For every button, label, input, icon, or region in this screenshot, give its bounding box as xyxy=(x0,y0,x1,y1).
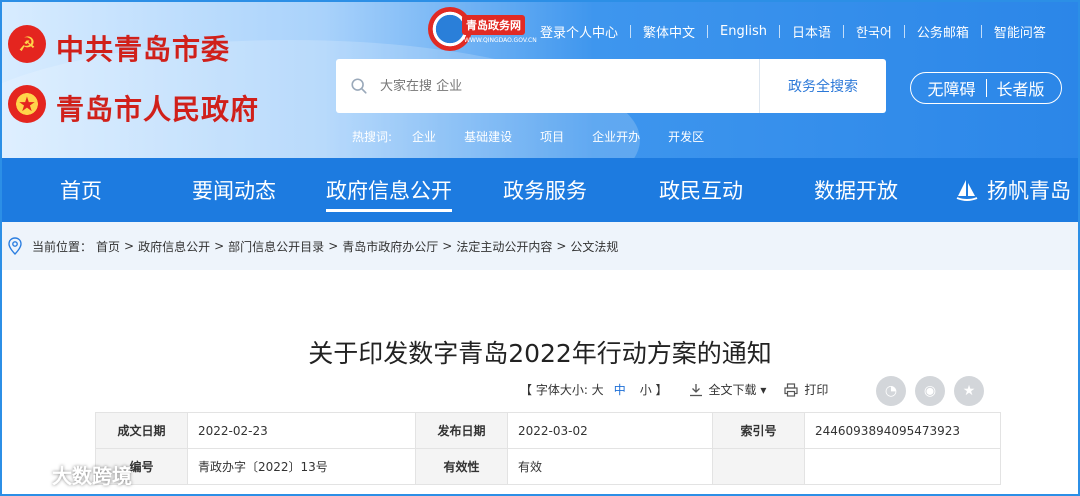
search-input[interactable] xyxy=(380,78,760,94)
favorite-star-icon[interactable]: ★ xyxy=(954,376,984,406)
sail-icon xyxy=(956,180,978,201)
table-row: 编号 青政办字〔2022〕13号 有效性 有效 xyxy=(95,448,1001,485)
national-emblem-icon: ★ xyxy=(8,85,46,123)
logo-url: WWW.QINGDAO.GOV.CN xyxy=(464,37,537,44)
divider xyxy=(985,79,987,97)
document-content: 关于印发数字青岛2022年行动方案的通知 【 字体大小: 大 中 小 】 全文下… xyxy=(0,270,1080,496)
document-title: 关于印发数字青岛2022年行动方案的通知 xyxy=(308,339,772,368)
hot-search-terms: 热搜词: 企业 基础建设 项目 企业开办 开发区 xyxy=(352,128,732,145)
breadcrumb-item[interactable]: 公文法规 xyxy=(570,238,618,255)
meta-key: 有效性 xyxy=(415,448,508,485)
top-link-japanese[interactable]: 日本语 xyxy=(780,22,843,41)
breadcrumb-item[interactable]: 首页 xyxy=(96,238,120,255)
meta-value xyxy=(804,448,1001,485)
watermark-logo-icon xyxy=(10,465,46,482)
download-icon xyxy=(689,383,702,396)
breadcrumb-label: 当前位置： xyxy=(32,239,93,254)
font-size-small[interactable]: 小 】 xyxy=(640,381,668,398)
nav-services[interactable]: 政务服务 xyxy=(503,158,587,222)
accessibility-toggle: 无障碍 长者版 xyxy=(910,72,1062,104)
breadcrumb-separator: > xyxy=(124,239,135,253)
meta-value: 2446093894095473923 xyxy=(804,412,1001,449)
location-pin-icon xyxy=(8,237,22,255)
top-link-official-mail[interactable]: 公务邮箱 xyxy=(905,22,981,41)
top-link-traditional-chinese[interactable]: 繁体中文 xyxy=(631,22,707,41)
nav-home[interactable]: 首页 xyxy=(60,158,102,222)
breadcrumb-item[interactable]: 青岛市政府办公厅 xyxy=(342,238,438,255)
watermark-text: 大数跨境 xyxy=(52,464,132,488)
accessible-mode-link[interactable]: 无障碍 xyxy=(927,76,975,100)
top-link-english[interactable]: English xyxy=(708,24,779,39)
meta-value: 2022-02-23 xyxy=(187,412,416,449)
hot-term[interactable]: 开发区 xyxy=(668,128,704,145)
print-icon xyxy=(784,382,798,397)
party-emblem-icon: ☭ xyxy=(8,25,46,63)
nav-gov-info[interactable]: 政府信息公开 xyxy=(326,158,452,222)
meta-key: 索引号 xyxy=(712,412,805,449)
meta-value: 青政办字〔2022〕13号 xyxy=(187,448,416,485)
government-title[interactable]: 青岛市人民政府 xyxy=(56,88,259,128)
download-button[interactable]: 全文下载 ▾ xyxy=(709,381,767,398)
meta-key: 成文日期 xyxy=(95,412,188,449)
hot-term[interactable]: 企业开办 xyxy=(592,128,640,145)
search-icon xyxy=(351,78,367,94)
meta-value: 2022-03-02 xyxy=(507,412,713,449)
nav-yangfan[interactable]: 扬帆青岛 xyxy=(955,158,1071,222)
document-tools: 【 字体大小: 大 中 小 】 全文下载 ▾ 打印 xyxy=(520,381,828,398)
breadcrumb-separator: > xyxy=(214,239,225,253)
breadcrumb-item[interactable]: 部门信息公开目录 xyxy=(228,238,324,255)
watermark: 大数跨境 xyxy=(8,460,132,489)
nav-news[interactable]: 要闻动态 xyxy=(192,158,276,222)
hot-term[interactable]: 企业 xyxy=(412,128,436,145)
nav-open-data[interactable]: 数据开放 xyxy=(814,158,898,222)
meta-key xyxy=(712,448,805,485)
top-links: 登录个人中心 繁体中文 English 日本语 한국어 公务邮箱 智能问答 xyxy=(528,22,1058,41)
wechat-share-icon[interactable]: ◔ xyxy=(876,376,906,406)
nav-interaction[interactable]: 政民互动 xyxy=(659,158,743,222)
nav-yangfan-label: 扬帆青岛 xyxy=(987,179,1071,203)
meta-value: 有效 xyxy=(507,448,713,485)
document-meta-table: 成文日期 2022-02-23 发布日期 2022-03-02 索引号 2446… xyxy=(95,412,1001,485)
main-nav: 首页 要闻动态 政府信息公开 政务服务 政民互动 数据开放 扬帆青岛 xyxy=(0,158,1080,222)
download-label: 全文下载 xyxy=(708,383,757,397)
site-header: ☭ 中共青岛市委 ★ 青岛市人民政府 青岛政务网 WWW.QINGDAO.GOV… xyxy=(0,0,1080,158)
top-link-login[interactable]: 登录个人中心 xyxy=(528,22,630,41)
hot-term[interactable]: 项目 xyxy=(540,128,564,145)
breadcrumb-item[interactable]: 政府信息公开 xyxy=(138,238,210,255)
search-box: 政务全搜索 xyxy=(336,59,886,113)
elder-mode-link[interactable]: 长者版 xyxy=(997,76,1045,100)
logo-text: 青岛政务网 xyxy=(462,15,525,35)
top-link-korean[interactable]: 한국어 xyxy=(844,22,904,41)
meta-key: 发布日期 xyxy=(415,412,508,449)
breadcrumb-separator: > xyxy=(442,239,453,253)
breadcrumb: 当前位置： 首页 > 政府信息公开 > 部门信息公开目录 > 青岛市政府办公厅 … xyxy=(0,222,1080,270)
search-button[interactable]: 政务全搜索 xyxy=(760,59,886,113)
breadcrumb-item[interactable]: 法定主动公开内容 xyxy=(456,238,552,255)
print-button[interactable]: 打印 xyxy=(804,381,828,398)
table-row: 成文日期 2022-02-23 发布日期 2022-03-02 索引号 2446… xyxy=(95,412,1001,449)
font-size-medium[interactable]: 中 xyxy=(614,381,626,398)
top-link-smart-qa[interactable]: 智能问答 xyxy=(982,22,1058,41)
hot-term[interactable]: 基础建设 xyxy=(464,128,512,145)
site-logo[interactable]: 青岛政务网 WWW.QINGDAO.GOV.CN xyxy=(428,7,537,51)
hot-search-label: 热搜词: xyxy=(352,130,393,144)
breadcrumb-separator: > xyxy=(556,239,567,253)
party-committee-title[interactable]: 中共青岛市委 xyxy=(56,28,230,68)
breadcrumb-separator: > xyxy=(328,239,339,253)
weibo-share-icon[interactable]: ◉ xyxy=(915,376,945,406)
font-size-large[interactable]: 【 字体大小: 大 xyxy=(520,381,604,398)
